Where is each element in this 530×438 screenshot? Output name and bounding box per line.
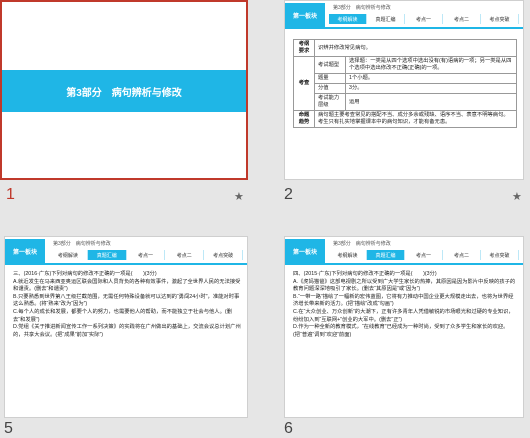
tab-item: 考点二 xyxy=(165,250,205,260)
tab-item: 考点二 xyxy=(443,14,481,24)
breadcrumb: 第3部分 病句辨析与修改 xyxy=(53,241,111,247)
tab-bar: 考纲解读 真题汇编 考点一 考点二 考点突破 xyxy=(329,14,519,24)
row-value: 1个小题。 xyxy=(345,73,517,84)
row-key: 考试题型 xyxy=(314,56,346,74)
header-divider xyxy=(5,263,247,265)
tab-item: 真题汇编 xyxy=(367,14,405,24)
option-a: A.《虎妈猫爸》这部电视剧之所以受到广大学生家长的热捧，其原因是因为影片中反映的… xyxy=(293,278,516,293)
breadcrumb: 第3部分 病句辨析与修改 xyxy=(333,241,391,247)
slide-header: 第一板块 第3部分 病句辨析与修改 考纲解读 真题汇编 考点一 考点二 考点突破 xyxy=(285,1,523,29)
option-d: D.党组《关于推进新闻宣传工作一系列决策》的实践将在广州做出的基础上，交流会议总… xyxy=(13,324,241,338)
question-text: 四、(2015·广东)下列对病句的修改不正确的一项是( )(3分) A.《虎妈猫… xyxy=(293,271,517,339)
tab-item: 考点二 xyxy=(443,250,481,260)
title-band: 第3部分 病句辨析与修改 xyxy=(2,70,246,112)
question-text: 三、(2016·广东)下列对病句的修改不正确的一项是( )(3分) A.就近发生… xyxy=(13,271,241,339)
slide-header: 第一板块 第3部分 病句辨析与修改 考纲解读 真题汇编 考点一 考点二 考点突破 xyxy=(285,237,523,265)
slide-thumbnail-5[interactable]: 第一板块 第3部分 病句辨析与修改 考纲解读 真题汇编 考点一 考点二 考点突破… xyxy=(4,236,248,418)
row-label: 考纲要求 xyxy=(293,39,315,57)
tab-item: 考点突破 xyxy=(204,250,243,260)
tab-item: 真题汇编 xyxy=(367,250,405,260)
star-icon[interactable]: ★ xyxy=(512,190,522,203)
tab-item: 真题汇编 xyxy=(87,250,127,260)
section-logo: 第一板块 xyxy=(285,239,325,263)
tab-bar: 考纲解读 真题汇编 考点一 考点二 考点突破 xyxy=(49,250,243,260)
option-b: B.“一带一路”描绘了一幅新的宏伟蓝图，它将有力推动中国企业更大规模走出去，也将… xyxy=(293,293,514,308)
slide-number-5: 5 xyxy=(4,420,13,437)
question-stem: 四、(2015·广东)下列对病句的修改不正确的一项是( )(3分) xyxy=(293,271,437,277)
tab-item: 考点一 xyxy=(405,14,443,24)
row-label: 考查 xyxy=(293,56,315,111)
slide-thumbnail-1[interactable]: 第3部分 病句辨析与修改 xyxy=(0,0,248,180)
option-c: C.在“大众创业、万众创新”的大潮下，正有许多青年人凭借敏锐的市场眼光和过硬的专… xyxy=(293,308,514,323)
row-label: 命题趋势 xyxy=(293,110,315,128)
tab-item: 考点突破 xyxy=(481,14,519,24)
breadcrumb: 第3部分 病句辨析与修改 xyxy=(333,5,391,11)
header-divider xyxy=(285,263,523,265)
tab-item: 考点突破 xyxy=(481,250,519,260)
row-key: 分值 xyxy=(314,83,346,94)
row-value: 病句题主要考查常见的搭配不当、成分多余或残缺、语序不当、表意不明等病句。考生只有… xyxy=(314,110,517,128)
tab-item: 考纲解读 xyxy=(49,250,88,260)
row-value: 选择题：一类是从四个选项中选出没有(有)语病的一项；另一类是从四个选项中选出修改… xyxy=(345,56,517,74)
section-logo: 第一板块 xyxy=(5,239,45,263)
slide-thumbnail-6[interactable]: 第一板块 第3部分 病句辨析与修改 考纲解读 真题汇编 考点一 考点二 考点突破… xyxy=(284,236,524,418)
row-key: 考试能力层级 xyxy=(314,93,346,111)
option-a: A.就近发生在马来西亚奥运区联会国际和人员背负的各种有效事件，激起了全世界人民的… xyxy=(13,278,241,293)
tab-item: 考点一 xyxy=(126,250,166,260)
star-icon[interactable]: ★ xyxy=(234,190,244,203)
row-value: 3分。 xyxy=(345,83,517,94)
slide-number-2: 2 xyxy=(284,186,293,203)
option-d: D.作为一种全新的教育模式，“在线教育”已经成为一种时尚，受到了众多学生和家长的… xyxy=(293,324,509,338)
slide-thumbnail-2[interactable]: 第一板块 第3部分 病句辨析与修改 考纲解读 真题汇编 考点一 考点二 考点突破… xyxy=(284,0,524,180)
exam-requirements-table: 考纲要求 识辨并修改常见病句。 考查 考试题型 选择题：一类是从四个选项中选出没有(有… xyxy=(293,39,517,128)
option-b: B.只要熟悉到世界第八王级拦截范围，无需任何特殊设备就可以达到的“勇闯24小时”… xyxy=(13,293,240,308)
row-value: 识辨并修改常见病句。 xyxy=(314,39,517,57)
slide-number-6: 6 xyxy=(284,420,293,437)
question-stem: 三、(2016·广东)下列对病句的修改不正确的一项是( )(3分) xyxy=(13,271,157,277)
tab-item: 考纲解读 xyxy=(329,14,367,24)
slide-title: 第3部分 病句辨析与修改 xyxy=(66,87,182,99)
option-c: C.每个人的成长和发展，都要个人的努力，也需要他人的帮助，而不能独立于社会与他人… xyxy=(13,308,232,323)
slide-number-1: 1 xyxy=(6,186,15,203)
tab-item: 考纲解读 xyxy=(329,250,367,260)
tab-bar: 考纲解读 真题汇编 考点一 考点二 考点突破 xyxy=(329,250,519,260)
section-logo: 第一板块 xyxy=(285,3,325,27)
row-value: 运用 xyxy=(345,93,517,111)
header-divider xyxy=(285,27,523,29)
row-key: 题量 xyxy=(314,73,346,84)
slide-header: 第一板块 第3部分 病句辨析与修改 考纲解读 真题汇编 考点一 考点二 考点突破 xyxy=(5,237,247,265)
tab-item: 考点一 xyxy=(405,250,443,260)
